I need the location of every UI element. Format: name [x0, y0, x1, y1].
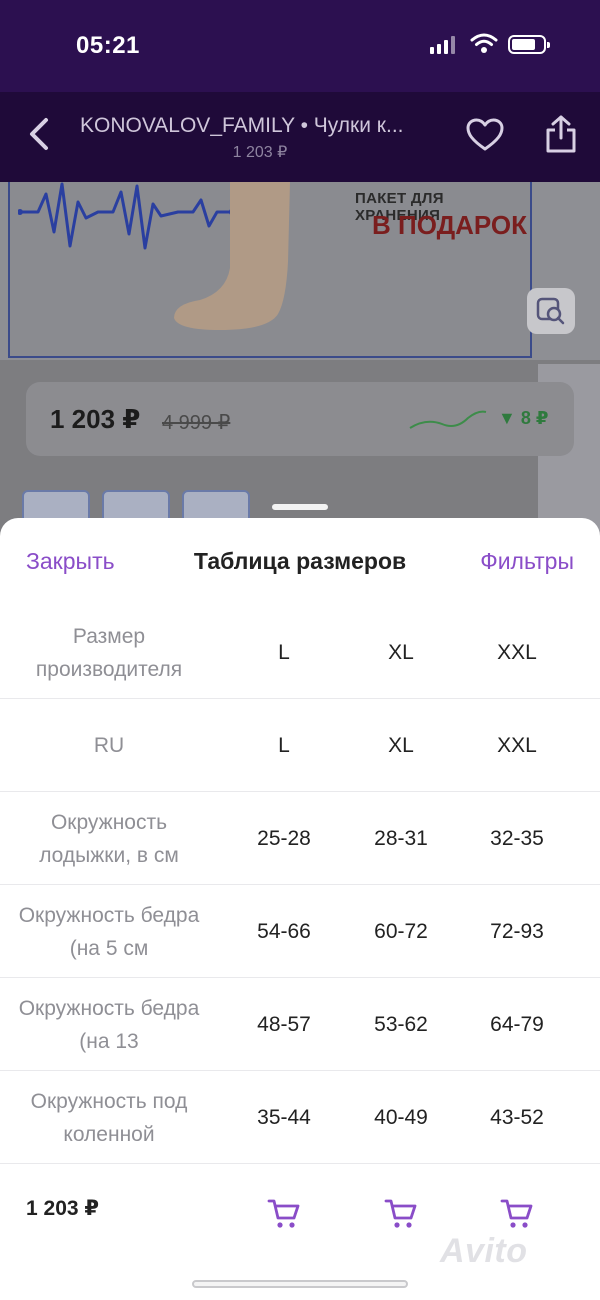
size-table: Размер производителя L XL XXL RU L XL XX… — [0, 606, 600, 1164]
avito-watermark: Avito — [440, 1232, 528, 1270]
table-row: Окружность бедра (на 13 48-57 53-62 64-7… — [0, 978, 600, 1071]
status-bar: 05:21 — [0, 0, 600, 92]
table-cell: 64-79 — [490, 1012, 544, 1036]
table-row: RU L XL XXL — [0, 699, 600, 792]
table-cell: XXL — [497, 640, 537, 664]
table-cell: 48-57 — [257, 1012, 311, 1036]
nav-product-title: KONOVALOV_FAMILY • Чулки к... — [80, 114, 404, 137]
back-icon[interactable] — [24, 114, 54, 154]
row-label: Окружность бедра (на 5 см — [18, 903, 200, 960]
filters-button[interactable]: Фильтры — [480, 548, 574, 575]
table-cell: L — [278, 733, 290, 757]
table-cell: 53-62 — [374, 1012, 428, 1036]
table-cell: 32-35 — [490, 826, 544, 850]
close-button[interactable]: Закрыть — [26, 548, 115, 575]
zoom-search-icon — [536, 297, 565, 325]
heart-icon[interactable] — [466, 118, 504, 152]
wifi-icon — [470, 33, 498, 53]
table-cell: XXL — [497, 733, 537, 757]
table-row: Окружность лодыжки, в см 25-28 28-31 32-… — [0, 792, 600, 885]
sheet-header: Таблица размеров Закрыть Фильтры — [0, 518, 600, 604]
battery-icon — [508, 35, 550, 54]
table-row: Окружность под коленной 35-44 40-49 43-5… — [0, 1071, 600, 1164]
sheet-grab-handle[interactable] — [272, 504, 328, 510]
price-trend-icon — [409, 410, 487, 429]
price-drop: ▼ 8 ₽ — [498, 408, 549, 428]
row-label: Окружность лодыжки, в см — [39, 810, 179, 867]
table-row: Окружность бедра (на 5 см 54-66 60-72 72… — [0, 885, 600, 978]
zoom-search-button[interactable] — [527, 288, 575, 334]
product-nav-bar: KONOVALOV_FAMILY • Чулки к... 1 203 ₽ — [0, 92, 600, 182]
table-cell: XL — [388, 640, 414, 664]
table-cell: 40-49 — [374, 1105, 428, 1129]
footer-price: 1 203 ₽ — [26, 1197, 99, 1220]
share-icon[interactable] — [544, 114, 578, 154]
foot-image — [174, 182, 290, 330]
row-label: Размер производителя — [35, 624, 183, 681]
row-label: Окружность бедра (на 13 — [18, 996, 200, 1053]
table-cell: 54-66 — [257, 919, 311, 943]
table-cell: 35-44 — [257, 1105, 311, 1129]
row-label: Окружность под коленной — [30, 1089, 188, 1146]
table-cell: 43-52 — [490, 1105, 544, 1129]
product-image-banner[interactable]: ПАКЕТ ДЛЯ ХРАНЕНИЯ В ПОДАРОК — [0, 182, 600, 542]
table-cell: 25-28 — [257, 826, 311, 850]
table-cell: 28-31 — [374, 826, 428, 850]
table-cell: L — [278, 640, 290, 664]
cart-icon[interactable] — [384, 1196, 418, 1230]
size-chart-sheet: Таблица размеров Закрыть Фильтры Размер … — [0, 518, 600, 1300]
table-cell: 60-72 — [374, 919, 428, 943]
banner-gift-text: В ПОДАРОК — [372, 210, 527, 240]
old-price: 4 999 ₽ — [162, 412, 231, 434]
price-card: 1 203 ₽ 4 999 ₽ ▼ 8 ₽ — [26, 382, 574, 456]
table-cell: 72-93 — [490, 919, 544, 943]
table-row: Размер производителя L XL XXL — [0, 606, 600, 699]
cart-icon[interactable] — [500, 1196, 534, 1230]
cellular-signal-icon — [430, 36, 455, 54]
cart-icon[interactable] — [267, 1196, 301, 1230]
banner-image: ПАКЕТ ДЛЯ ХРАНЕНИЯ В ПОДАРОК — [8, 182, 532, 358]
table-cell: XL — [388, 733, 414, 757]
current-price: 1 203 ₽ — [50, 404, 141, 434]
nav-product-price: 1 203 ₽ — [232, 144, 288, 161]
row-label: RU — [93, 734, 125, 757]
status-time: 05:21 — [76, 32, 140, 59]
home-indicator[interactable] — [192, 1280, 408, 1288]
